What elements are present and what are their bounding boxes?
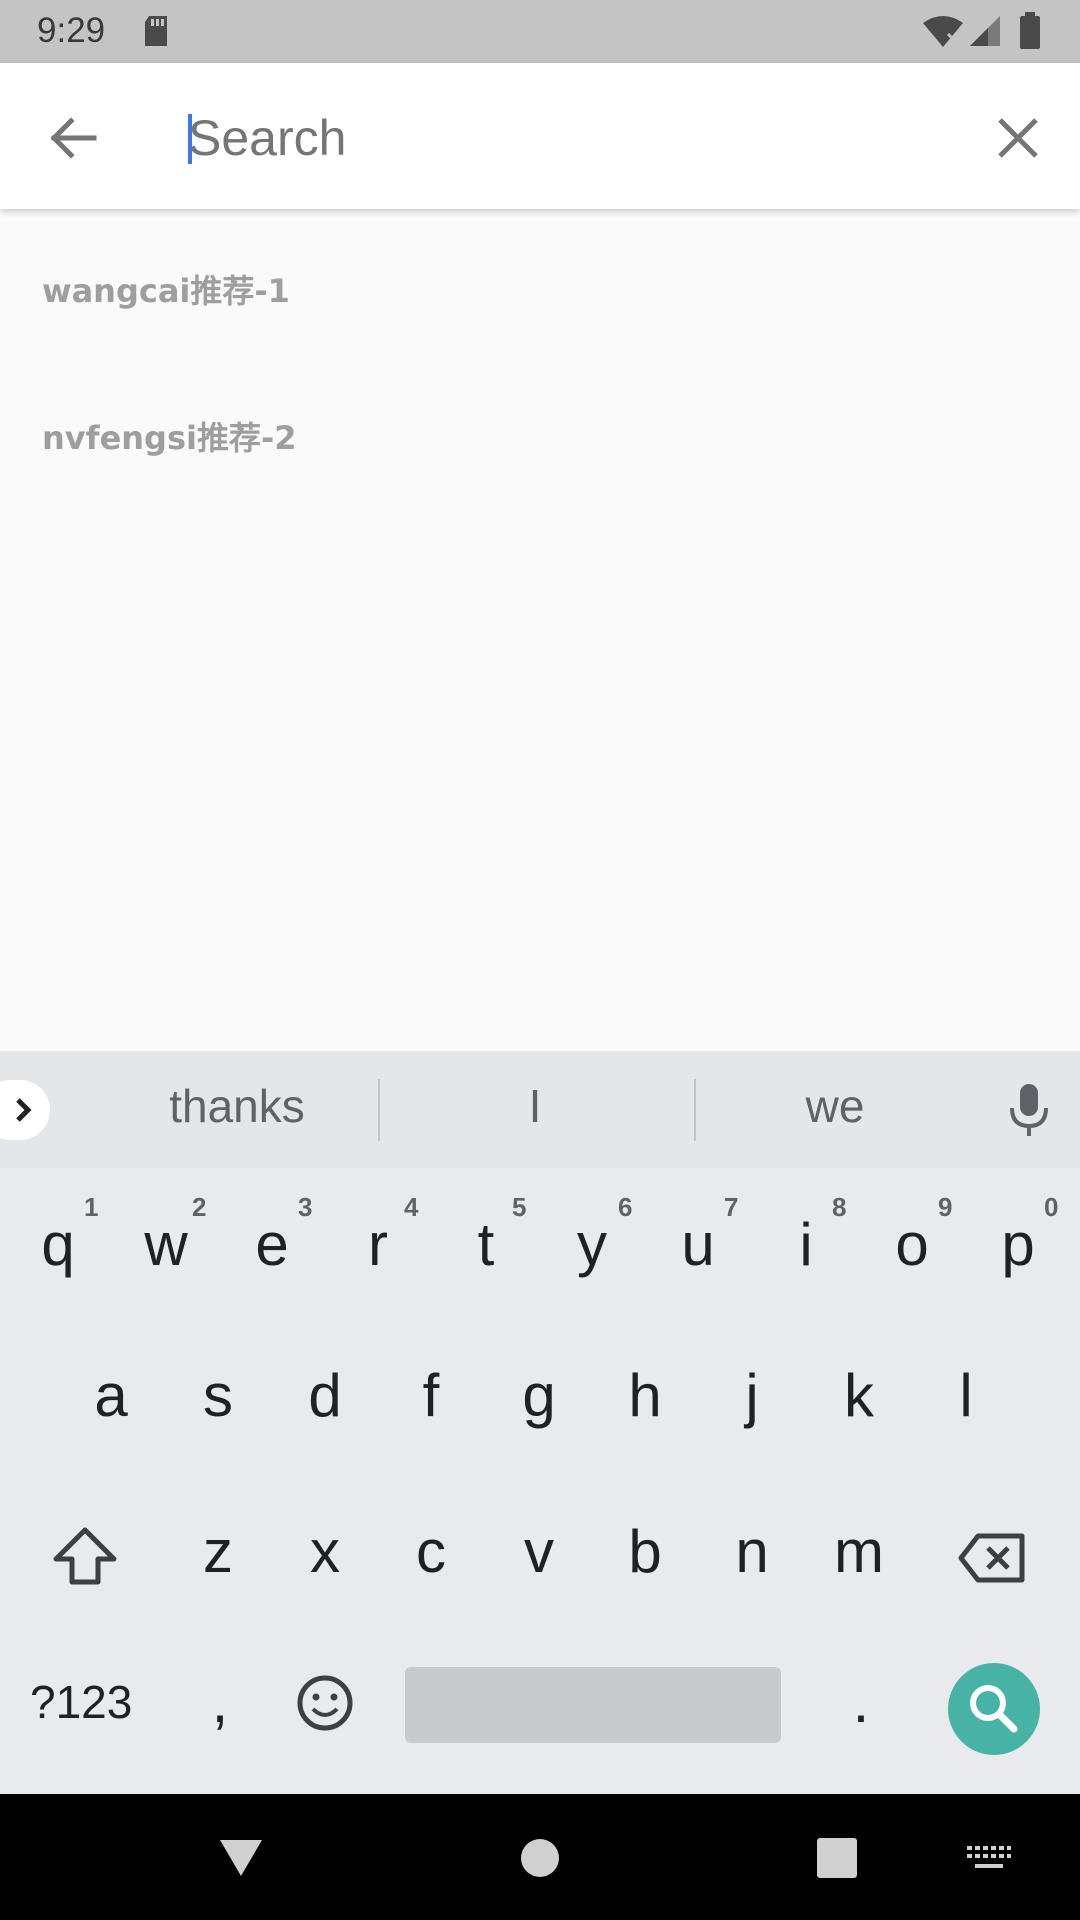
chevron-right-icon <box>16 1098 32 1122</box>
keyboard: thanks I we q1w2e3r4t5y6u7i8o9p0 asdfghj… <box>0 1051 1080 1794</box>
key-hint: 8 <box>832 1192 847 1222</box>
comma-key[interactable]: , <box>170 1647 270 1757</box>
text-cursor <box>188 114 192 164</box>
strip-word[interactable]: we <box>735 1079 935 1133</box>
status-bar: 9:29 <box>0 0 1080 63</box>
key-a[interactable]: a <box>61 1341 161 1451</box>
divider <box>694 1079 696 1141</box>
home-nav-icon[interactable] <box>520 1838 560 1878</box>
spacebar[interactable] <box>405 1667 781 1743</box>
search-toolbar <box>0 63 1080 209</box>
key-hint: 9 <box>938 1192 953 1222</box>
key-c[interactable]: c <box>381 1497 481 1607</box>
key-hint: 1 <box>84 1192 99 1222</box>
navigation-bar <box>0 1794 1080 1920</box>
key-m[interactable]: m <box>809 1497 909 1607</box>
period-key[interactable]: . <box>811 1647 911 1757</box>
key-s[interactable]: s <box>168 1341 268 1451</box>
key-n[interactable]: n <box>702 1497 802 1607</box>
suggestion-strip: thanks I we <box>0 1051 1080 1168</box>
divider <box>378 1079 380 1141</box>
key-b[interactable]: b <box>595 1497 695 1607</box>
keyboard-switch-icon[interactable] <box>967 1846 1011 1872</box>
key-f[interactable]: f <box>381 1341 481 1451</box>
key-hint: 4 <box>404 1192 419 1222</box>
sd-card-icon <box>145 16 167 46</box>
key-l[interactable]: l <box>916 1341 1016 1451</box>
close-icon[interactable] <box>983 103 1053 173</box>
search-icon <box>970 1685 1018 1733</box>
status-time: 9:29 <box>37 11 106 50</box>
key-hint: 6 <box>618 1192 633 1222</box>
key-k[interactable]: k <box>809 1341 909 1451</box>
key-hint: 7 <box>724 1192 739 1222</box>
key-hint: 2 <box>192 1192 207 1222</box>
microphone-icon[interactable] <box>1003 1082 1055 1138</box>
strip-word[interactable]: thanks <box>137 1079 337 1133</box>
key-hint: 0 <box>1044 1192 1059 1222</box>
key-v[interactable]: v <box>489 1497 589 1607</box>
search-input[interactable] <box>188 103 948 173</box>
suggestion-item[interactable]: nvfengsi推荐-2 <box>42 413 297 459</box>
search-key[interactable] <box>948 1663 1040 1755</box>
emoji-icon[interactable] <box>295 1673 355 1733</box>
suggestion-item[interactable]: wangcai推荐-1 <box>42 266 290 312</box>
key-j[interactable]: j <box>702 1341 802 1451</box>
strip-word[interactable]: I <box>435 1079 635 1133</box>
key-d[interactable]: d <box>275 1341 375 1451</box>
shift-icon[interactable] <box>52 1526 118 1586</box>
key-hint: 3 <box>298 1192 313 1222</box>
battery-icon <box>1020 12 1040 49</box>
backspace-icon[interactable] <box>958 1532 1028 1584</box>
key-x[interactable]: x <box>275 1497 375 1607</box>
key-g[interactable]: g <box>489 1341 589 1451</box>
recents-nav-icon[interactable] <box>817 1838 857 1878</box>
wifi-off-icon <box>923 16 963 47</box>
signal-icon <box>970 16 1000 46</box>
key-hint: 5 <box>512 1192 527 1222</box>
back-nav-icon[interactable] <box>218 1838 264 1878</box>
key-z[interactable]: z <box>168 1497 268 1607</box>
expand-button[interactable] <box>0 1080 50 1140</box>
key-h[interactable]: h <box>595 1341 695 1451</box>
back-arrow-icon[interactable] <box>38 103 108 173</box>
symbols-key[interactable]: ?123 <box>30 1675 132 1729</box>
